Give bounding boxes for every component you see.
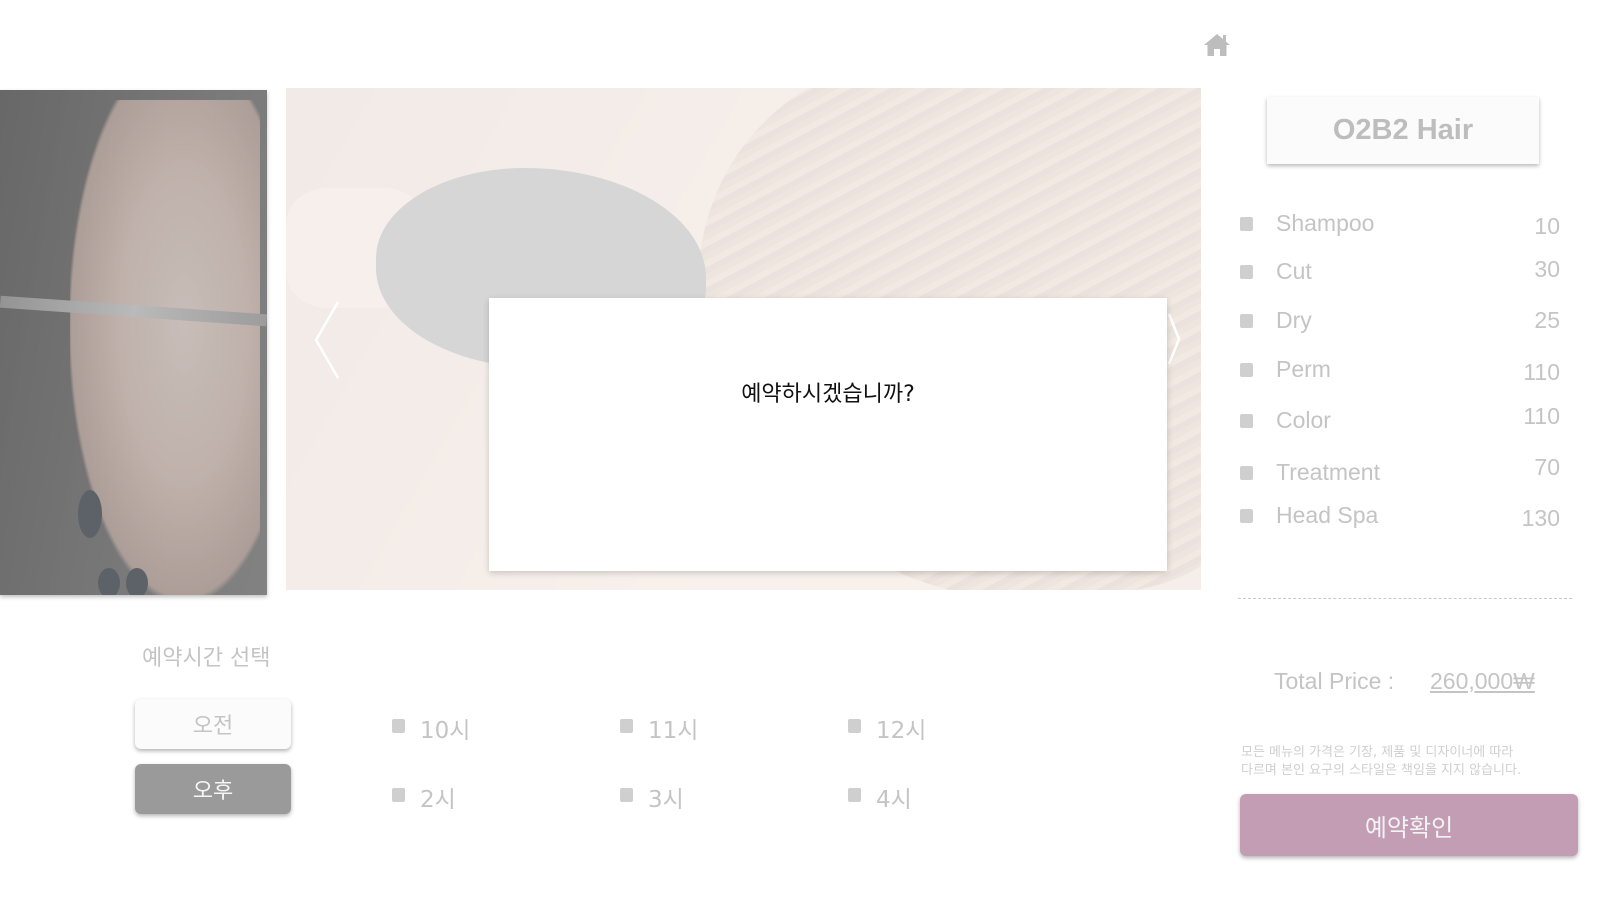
checkbox[interactable] xyxy=(1240,363,1253,377)
menu-item-head-spa[interactable]: Head Spa 130 xyxy=(1240,502,1560,532)
time-slot-label: 10시 xyxy=(420,718,471,744)
menu-item-price: 70 xyxy=(1534,454,1560,480)
menu-divider xyxy=(1238,598,1572,599)
checkbox[interactable] xyxy=(620,719,633,733)
side-gallery-photo xyxy=(0,90,267,595)
checkbox[interactable] xyxy=(848,719,861,733)
time-slot-label: 4시 xyxy=(876,787,912,813)
menu-item-dry[interactable]: Dry 25 xyxy=(1240,307,1560,337)
time-slot-label: 12시 xyxy=(876,718,927,744)
menu-item-price: 110 xyxy=(1523,359,1560,385)
chevron-right-icon[interactable] xyxy=(1166,312,1182,366)
menu-item-name: Dry xyxy=(1276,307,1312,333)
time-slot-label: 11시 xyxy=(648,718,699,744)
checkbox[interactable] xyxy=(620,788,633,802)
reservation-confirm-button[interactable]: 예약확인 xyxy=(1240,794,1578,856)
checkbox[interactable] xyxy=(848,788,861,802)
menu-item-name: Color xyxy=(1276,407,1331,433)
checkbox[interactable] xyxy=(1240,466,1253,480)
home-icon[interactable] xyxy=(1203,32,1231,58)
total-price-label: Total Price : xyxy=(1274,668,1395,694)
menu-item-price: 110 xyxy=(1523,403,1560,429)
checkbox[interactable] xyxy=(1240,217,1253,231)
menu-item-cut[interactable]: Cut 30 xyxy=(1240,256,1560,288)
menu-item-treatment[interactable]: Treatment 70 xyxy=(1240,454,1560,489)
time-slot-label: 3시 xyxy=(648,787,684,813)
checkbox[interactable] xyxy=(1240,265,1253,279)
menu-item-shampoo[interactable]: Shampoo 10 xyxy=(1240,210,1560,240)
confirm-dialog: 예약하시겠습니까? xyxy=(489,298,1167,571)
checkbox[interactable] xyxy=(1240,509,1253,523)
chevron-left-icon[interactable] xyxy=(312,300,342,380)
checkbox[interactable] xyxy=(1240,314,1253,328)
menu-item-price: 30 xyxy=(1534,256,1560,282)
salon-name-card: O2B2 Hair xyxy=(1267,97,1539,164)
time-selection-title: 예약시간 선택 xyxy=(142,646,271,671)
price-disclaimer: 모든 메뉴의 가격은 기장, 제품 및 디자이너에 따라 다르며 본인 요구의 … xyxy=(1241,745,1522,778)
total-price-value: 260,000₩ xyxy=(1430,668,1535,694)
menu-item-name: Treatment xyxy=(1276,459,1380,485)
am-button[interactable]: 오전 xyxy=(135,699,291,749)
menu-item-name: Perm xyxy=(1276,356,1331,382)
menu-item-name: Shampoo xyxy=(1276,210,1375,236)
menu-item-perm[interactable]: Perm 110 xyxy=(1240,356,1560,386)
menu-item-price: 10 xyxy=(1534,213,1560,239)
time-slot-label: 2시 xyxy=(420,787,456,813)
checkbox[interactable] xyxy=(392,719,405,733)
pm-button[interactable]: 오후 xyxy=(135,764,291,814)
menu-item-price: 25 xyxy=(1534,307,1560,333)
menu-item-color[interactable]: Color 110 xyxy=(1240,403,1560,437)
checkbox[interactable] xyxy=(392,788,405,802)
menu-item-price: 130 xyxy=(1521,505,1560,531)
menu-item-name: Cut xyxy=(1276,258,1312,284)
menu-item-name: Head Spa xyxy=(1276,502,1379,528)
dialog-message: 예약하시겠습니까? xyxy=(741,382,915,407)
checkbox[interactable] xyxy=(1240,414,1253,428)
